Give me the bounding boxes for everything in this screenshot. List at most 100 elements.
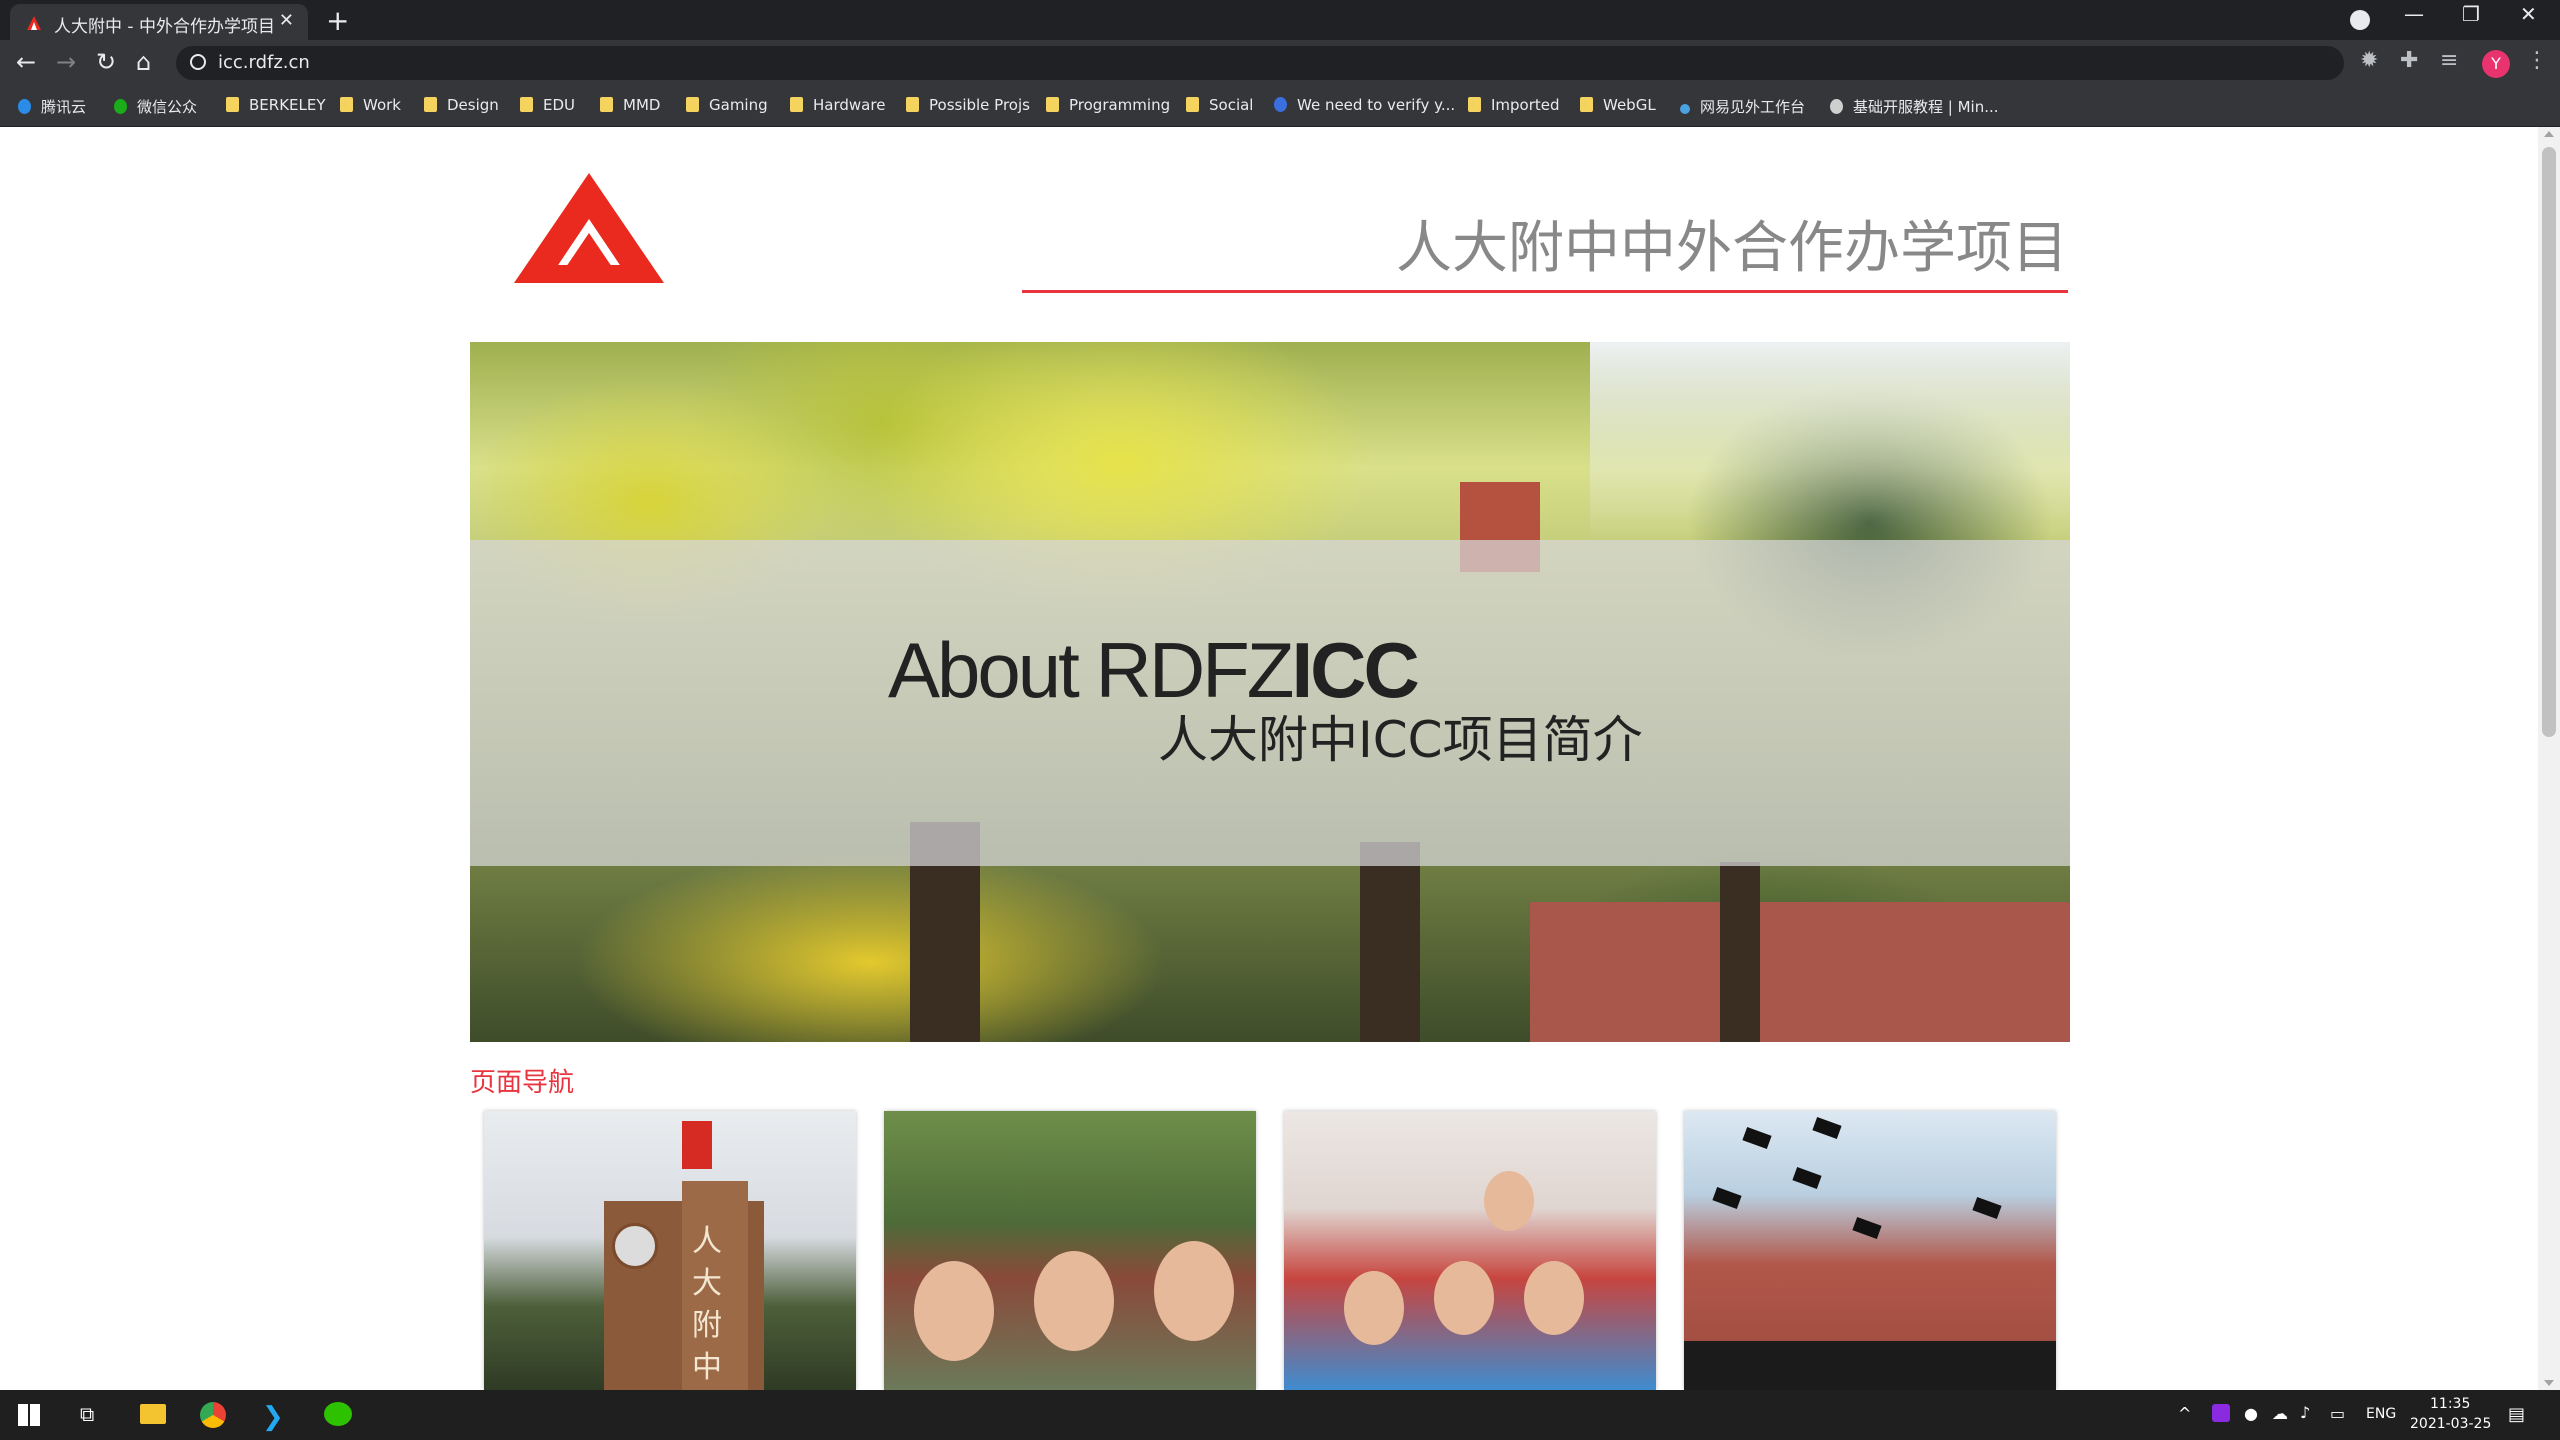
tab-search-icon[interactable]	[2350, 10, 2370, 30]
clock-time[interactable]: 11:35	[2430, 1396, 2470, 1412]
nav-card-teachers[interactable]	[884, 1111, 1256, 1390]
extensions-puzzle-icon[interactable]: ✚	[2400, 48, 2418, 73]
hero-trunk	[1720, 862, 1760, 1042]
task-view-icon[interactable]: ⧉	[80, 1402, 94, 1426]
folder-icon	[1186, 97, 1199, 112]
tab-title: 人大附中 - 中外合作办学项目	[54, 17, 275, 37]
address-bar[interactable]: icc.rdfz.cn	[176, 46, 2344, 80]
bookmark-folder[interactable]: MMD	[600, 96, 660, 114]
tab-strip: 人大附中 - 中外合作办学项目 ✕ + — ❐ ✕	[0, 0, 2560, 40]
site-info-icon[interactable]	[190, 54, 206, 70]
person-face	[1484, 1171, 1534, 1231]
section-title: 页面导航	[470, 1068, 575, 1098]
bookmark-folder[interactable]: EDU	[520, 96, 575, 114]
bookmark-item[interactable]: 腾讯云	[18, 96, 86, 117]
hero-carousel[interactable]: About RDFZICC 人大附中ICC项目简介	[470, 342, 2070, 1042]
bookmark-folder[interactable]: Social	[1186, 96, 1253, 114]
bookmark-folder[interactable]: Design	[424, 96, 499, 114]
onedrive-icon[interactable]: ☁	[2272, 1404, 2288, 1423]
reading-list-icon[interactable]: ≡	[2440, 48, 2458, 73]
minimize-button[interactable]: —	[2404, 2, 2424, 26]
wechat-taskbar-icon[interactable]	[324, 1402, 352, 1426]
home-button[interactable]: ⌂	[136, 48, 151, 76]
folder-icon	[600, 97, 613, 112]
chrome-taskbar-icon[interactable]	[200, 1402, 226, 1428]
folder-icon	[790, 97, 803, 112]
grad-cap	[1792, 1166, 1822, 1190]
folder-icon	[906, 97, 919, 112]
new-tab-button[interactable]: +	[326, 4, 349, 37]
restore-button[interactable]: ❐	[2462, 2, 2480, 26]
monument-inscription: 人大附中	[692, 1224, 722, 1385]
extension-gear-icon[interactable]: ✹	[2360, 48, 2378, 73]
bookmark-folder[interactable]: BERKELEY	[226, 96, 326, 114]
bookmark-folder[interactable]: Programming	[1046, 96, 1170, 114]
hero-sky	[1590, 342, 2070, 542]
tab-close-icon[interactable]: ✕	[279, 10, 294, 31]
school-emblem	[612, 1223, 658, 1269]
person-face	[1034, 1251, 1114, 1351]
folder-icon	[686, 97, 699, 112]
nav-card-graduation[interactable]	[1684, 1111, 2056, 1390]
title-divider	[1022, 290, 2068, 293]
folder-icon	[226, 97, 239, 112]
bookmark-item[interactable]: We need to verify y...	[1274, 96, 1455, 114]
file-explorer-icon[interactable]	[140, 1404, 166, 1424]
grad-cap	[1812, 1116, 1842, 1140]
clock-date[interactable]: 2021-03-25	[2410, 1416, 2491, 1432]
reload-button[interactable]: ↻	[96, 48, 116, 76]
bookmark-folder[interactable]: Possible Projs	[906, 96, 1030, 114]
windows-taskbar: ⧉ ❯ ^ ● ☁ ♪ ▭ ENG 11:35 2021-03-25 ▤	[0, 1390, 2560, 1440]
site-icon	[1680, 104, 1690, 114]
active-tab[interactable]: 人大附中 - 中外合作办学项目 ✕	[10, 4, 308, 40]
bookmark-folder[interactable]: Hardware	[790, 96, 885, 114]
rdfz-logo[interactable]	[514, 173, 664, 283]
tray-app-icon[interactable]	[2212, 1404, 2230, 1422]
hero-caption-band: About RDFZICC 人大附中ICC项目简介	[470, 540, 2070, 866]
grad-cap	[1972, 1196, 2002, 1220]
scroll-down-icon[interactable]	[2544, 1380, 2554, 1386]
page-scrollbar[interactable]	[2538, 127, 2560, 1390]
site-title: 人大附中中外合作办学项目	[1396, 216, 2068, 281]
site-favicon-icon	[27, 16, 41, 30]
scroll-up-icon[interactable]	[2544, 131, 2554, 137]
grad-cap	[1852, 1216, 1882, 1240]
start-windows-icon[interactable]	[18, 1404, 40, 1426]
web-page: 人大附中中外合作办学项目 About RDFZICC 人大附中ICC项目简介 页…	[0, 127, 2538, 1390]
profile-avatar[interactable]: Y	[2482, 50, 2510, 78]
tray-chevron-icon[interactable]: ^	[2178, 1404, 2191, 1423]
wechat-icon	[114, 99, 127, 114]
bookmark-item[interactable]: 基础开服教程 | Min...	[1830, 96, 1999, 117]
bookmark-item[interactable]: 网易见外工作台	[1680, 96, 1805, 117]
hero-trunk	[1360, 842, 1420, 1042]
scrollbar-thumb[interactable]	[2542, 147, 2556, 737]
folder-icon	[1580, 97, 1593, 112]
bookmark-item[interactable]: 微信公众	[114, 96, 197, 117]
window-close-button[interactable]: ✕	[2520, 2, 2537, 26]
bookmark-folder[interactable]: Imported	[1468, 96, 1560, 114]
network-icon[interactable]: ▭	[2330, 1404, 2345, 1423]
forward-button[interactable]: →	[56, 48, 76, 76]
bookmarks-bar: 腾讯云 微信公众 BERKELEY Work Design EDU MMD Ga…	[0, 88, 2560, 127]
menu-kebab-icon[interactable]: ⋮	[2526, 48, 2548, 73]
bookmark-folder[interactable]: Work	[340, 96, 401, 114]
input-language[interactable]: ENG	[2366, 1406, 2396, 1422]
action-center-icon[interactable]: ▤	[2508, 1404, 2525, 1425]
nav-card-campus[interactable]: 人大附中	[484, 1111, 856, 1390]
bookmark-folder[interactable]: Gaming	[686, 96, 768, 114]
cloud-icon	[18, 99, 31, 114]
tray-mic-icon[interactable]: ●	[2244, 1404, 2258, 1423]
bookmark-folder[interactable]: WebGL	[1580, 96, 1656, 114]
url-text[interactable]: icc.rdfz.cn	[218, 52, 310, 73]
person-face	[1434, 1261, 1494, 1335]
folder-icon	[520, 97, 533, 112]
volume-icon[interactable]: ♪	[2300, 1403, 2310, 1422]
nav-card-culture[interactable]	[1284, 1111, 1656, 1390]
back-button[interactable]: ←	[16, 48, 36, 76]
person-face	[1344, 1271, 1404, 1345]
vscode-icon[interactable]: ❯	[262, 1402, 284, 1432]
person-face	[914, 1261, 994, 1361]
person-face	[1154, 1241, 1234, 1341]
hero-building	[1530, 902, 2070, 1042]
folder-icon	[340, 97, 353, 112]
